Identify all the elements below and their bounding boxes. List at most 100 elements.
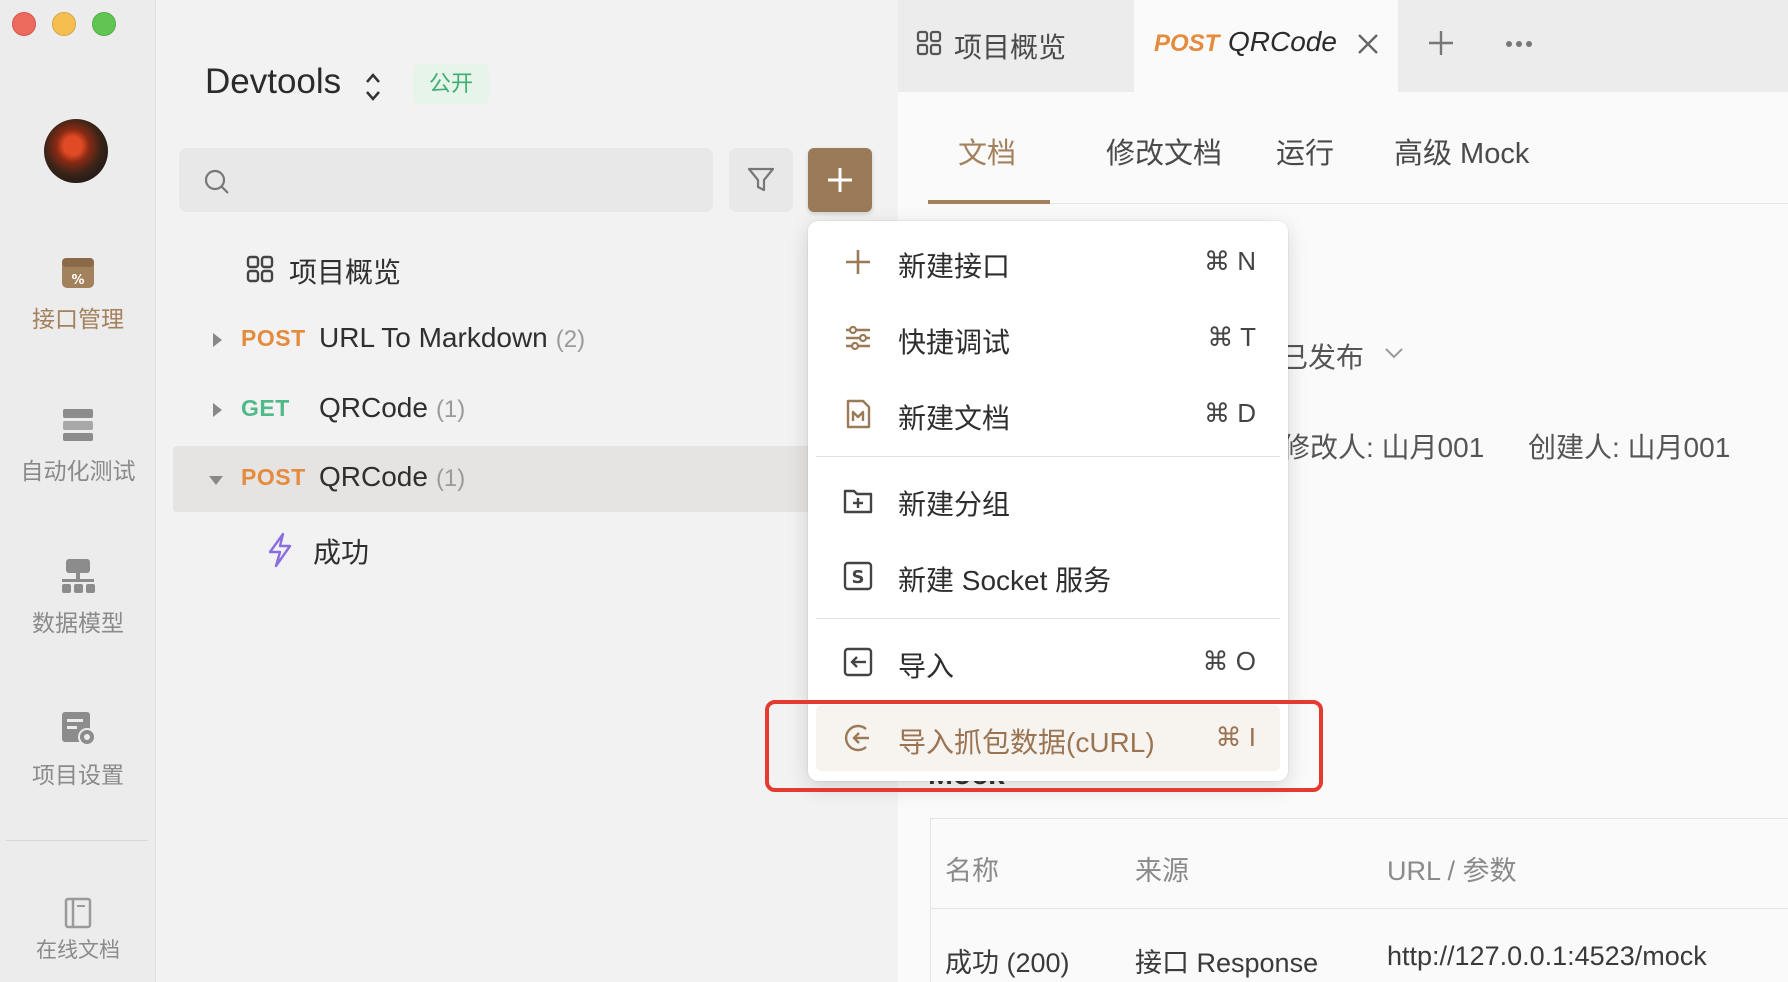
avatar[interactable] (44, 119, 108, 183)
window-close-button[interactable] (12, 12, 36, 36)
menu-item-label: 新建 Socket 服务 (898, 565, 1112, 596)
plus-icon (846, 250, 870, 274)
tree-item-label: 项目概览 (289, 257, 402, 288)
column-header: 来源 (1135, 856, 1189, 886)
api-management-icon: % (62, 258, 94, 288)
table-cell: 接口 Response (1135, 948, 1319, 978)
rail-label: 接口管理 (32, 306, 124, 332)
new-tab-plus-icon[interactable] (1426, 28, 1456, 58)
menu-item-label: 新建接口 (898, 251, 1011, 282)
menu-item-label: 快捷调试 (898, 327, 1011, 358)
status-select[interactable]: 已发布 (1280, 336, 1364, 376)
subtab-edit-docs[interactable]: 修改文档 (1106, 130, 1222, 172)
tab-label: QRCode (1228, 26, 1337, 57)
window-minimize-button[interactable] (52, 12, 76, 36)
lightning-icon (268, 532, 292, 568)
column-header: 名称 (945, 856, 999, 886)
mock-table: 名称 来源 URL / 参数 成功 (200) 接口 Response http… (930, 818, 1788, 982)
tree-item-get-qrcode[interactable]: GET QRCode (1) (173, 377, 873, 443)
visibility-badge: 公开 (413, 64, 490, 104)
tree-item-label: 成功 (313, 537, 370, 568)
tree-item-post-qrcode[interactable]: POST QRCode (1) (173, 446, 873, 512)
column-header: URL / 参数 (1387, 856, 1517, 886)
grid-icon (916, 30, 942, 56)
menu-separator (816, 618, 1280, 619)
chevron-down-icon (1385, 348, 1403, 359)
sub-tabs: 文档 修改文档 运行 高级 Mock (928, 92, 1788, 204)
chevron-up-down-icon[interactable] (363, 70, 383, 104)
search-box[interactable] (179, 148, 713, 212)
tree-item-overview[interactable]: 项目概览 (173, 236, 873, 302)
rail-item-project-settings[interactable]: 项目设置 (0, 708, 156, 790)
caret-right-icon[interactable] (213, 403, 222, 417)
menu-item-new-doc[interactable]: 新建文档 ⌘ D (816, 381, 1280, 447)
subtab-advanced-mock[interactable]: 高级 Mock (1394, 130, 1529, 172)
tree-item-label: QRCode (1) (319, 461, 466, 492)
rail-item-automation-test[interactable]: 自动化测试 (0, 404, 156, 486)
tree-item-count: (1) (435, 396, 466, 423)
menu-item-new-socket[interactable]: S 新建 Socket 服务 (816, 543, 1280, 609)
sliders-icon (846, 325, 870, 351)
markdown-doc-icon (846, 399, 871, 429)
active-subtab-indicator (928, 200, 1050, 204)
import-icon (843, 647, 873, 677)
method-badge: GET (241, 395, 290, 421)
window-zoom-button[interactable] (92, 12, 116, 36)
table-cell: 成功 (200) (945, 948, 1070, 978)
grid-icon (246, 255, 274, 283)
rail-label: 自动化测试 (20, 458, 136, 484)
socket-icon: S (843, 561, 873, 591)
online-docs-icon (64, 897, 92, 929)
tab-overview[interactable]: 项目概览 (916, 0, 1106, 92)
folder-plus-icon (843, 489, 873, 514)
method-badge: POST (241, 325, 306, 351)
menu-shortcut: ⌘ O (1202, 646, 1256, 676)
project-name[interactable]: Devtools (205, 62, 341, 102)
rail-label: 在线文档 (36, 939, 120, 962)
creator-text: 创建人: 山月001 (1528, 432, 1731, 463)
add-dropdown-menu: 新建接口 ⌘ N 快捷调试 ⌘ T 新建文档 ⌘ D 新建分组 S 新建 Soc… (808, 221, 1288, 781)
rail-item-data-model[interactable]: 数据模型 (0, 556, 156, 638)
rail-divider (6, 840, 148, 841)
mock-table-header: 名称 来源 URL / 参数 (931, 819, 1788, 909)
menu-item-label: 新建分组 (898, 489, 1011, 520)
tree-item-count: (1) (435, 465, 466, 492)
menu-item-label: 导入 (898, 651, 955, 682)
close-icon[interactable] (1356, 32, 1380, 56)
menu-item-quick-debug[interactable]: 快捷调试 ⌘ T (816, 305, 1280, 371)
svg-text:%: % (71, 273, 84, 288)
menu-shortcut: ⌘ N (1204, 246, 1256, 276)
more-icon[interactable] (1504, 34, 1534, 54)
tab-post-qrcode[interactable]: POST QRCode (1134, 0, 1398, 92)
menu-item-new-api[interactable]: 新建接口 ⌘ N (816, 229, 1280, 295)
tree-item-success-case[interactable]: 成功 (173, 516, 873, 582)
subtab-run[interactable]: 运行 (1276, 130, 1334, 172)
rail-label: 项目设置 (32, 762, 124, 788)
filter-icon (747, 167, 775, 192)
modifier-text: 修改人: 山月001 (1282, 432, 1485, 463)
add-button[interactable] (808, 148, 872, 212)
tree-item-url-to-markdown[interactable]: POST URL To Markdown (2) (173, 307, 873, 373)
filter-button[interactable] (729, 148, 793, 212)
mock-url-link[interactable]: http://127.0.0.1:4523/mock (1387, 941, 1707, 972)
menu-item-new-group[interactable]: 新建分组 (816, 467, 1280, 533)
subtab-docs[interactable]: 文档 (958, 130, 1016, 172)
svg-text:S: S (852, 567, 865, 588)
data-model-icon (62, 559, 95, 593)
menu-shortcut: ⌘ T (1207, 322, 1256, 352)
automation-test-icon (63, 409, 93, 441)
menu-item-import[interactable]: 导入 ⌘ O (816, 629, 1280, 695)
menu-shortcut: ⌘ D (1204, 398, 1256, 428)
rail-item-api-management[interactable]: % 接口管理 (0, 252, 156, 334)
caret-down-icon[interactable] (209, 476, 223, 485)
search-icon (204, 169, 229, 194)
rail-label: 数据模型 (32, 610, 124, 636)
left-rail: % 接口管理 自动化测试 数据模型 项目设置 在线文档 (0, 0, 156, 982)
caret-right-icon[interactable] (213, 333, 222, 347)
api-tree-panel: Devtools 公开 项目概览 POST URL To Markdown (2… (157, 0, 897, 982)
search-input[interactable] (241, 148, 701, 212)
plus-icon (828, 168, 852, 192)
tab-bar: 项目概览 POST QRCode (898, 0, 1788, 92)
method-badge: POST (1154, 30, 1220, 57)
rail-item-online-docs[interactable]: 在线文档 (0, 896, 156, 964)
